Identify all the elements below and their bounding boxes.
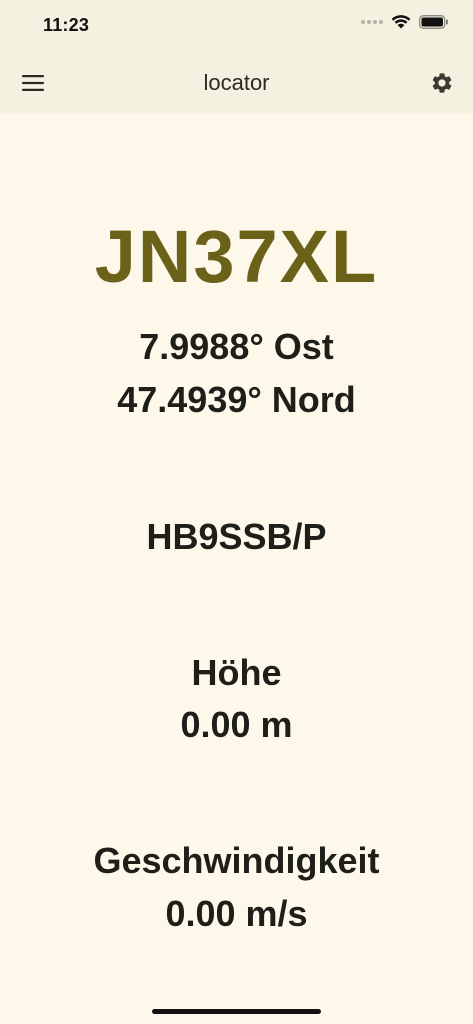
- longitude-value: 7.9988° Ost: [139, 326, 334, 367]
- latitude-value: 47.4939° Nord: [117, 379, 356, 420]
- status-icons: [361, 14, 449, 29]
- cellular-signal-icon: [361, 19, 383, 24]
- app-bar: locator: [0, 54, 473, 114]
- speed-label: Geschwindigkeit: [93, 840, 380, 881]
- battery-icon: [419, 14, 448, 29]
- maidenhead-locator: JN37XL: [94, 215, 379, 298]
- app-title: locator: [203, 70, 270, 95]
- home-indicator[interactable]: [152, 1009, 321, 1014]
- speed-value: 0.00 m/s: [165, 893, 308, 934]
- wifi-icon: [391, 15, 411, 29]
- status-bar: 11:23: [0, 0, 473, 54]
- settings-button[interactable]: [427, 68, 457, 98]
- status-time: 11:23: [43, 15, 90, 35]
- altitude-value: 0.00 m: [180, 704, 293, 745]
- altitude-label: Höhe: [191, 652, 282, 693]
- callsign-value: HB9SSB/P: [146, 516, 327, 557]
- gear-icon: [432, 73, 452, 93]
